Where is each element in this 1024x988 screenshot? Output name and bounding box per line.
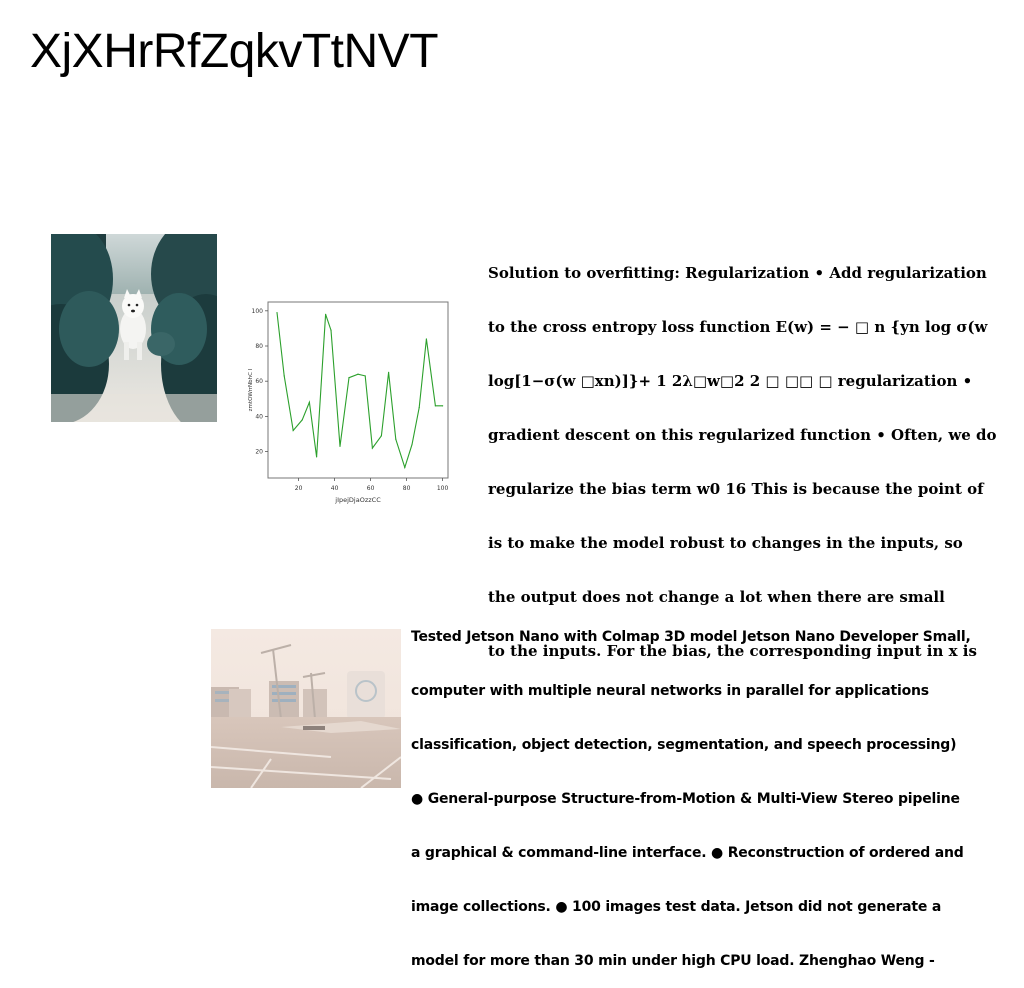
data-point [388, 371, 390, 373]
data-point [330, 329, 332, 331]
data-point [308, 401, 310, 403]
dog-photo [51, 234, 217, 422]
paragraph-line: gradient descent on this regularized fun… [488, 426, 997, 444]
jetson-nano-paragraph: Tested Jetson Nano with Colmap 3D model … [411, 592, 1024, 988]
paragraph-line: image collections. ● 100 images test dat… [411, 899, 942, 915]
paragraph-line: is to make the model robust to changes i… [488, 534, 963, 552]
data-point [380, 435, 382, 437]
data-point [425, 338, 427, 340]
x-tick-label: 60 [367, 485, 375, 492]
data-point [411, 443, 413, 446]
page-title: XjXHrRfZqkvTtNVT [30, 25, 439, 78]
data-point [364, 375, 366, 377]
paragraph-line: a graphical & command-line interface. ● … [411, 845, 964, 861]
data-point [418, 407, 420, 409]
y-tick-label: 80 [255, 343, 263, 350]
x-tick-label: 20 [295, 485, 303, 492]
paragraph-line: regularize the bias term w0 16 This is b… [488, 480, 984, 498]
paragraph-line: Tested Jetson Nano with Colmap 3D model … [411, 629, 971, 645]
x-tick-label: 100 [437, 485, 449, 492]
paragraph-line: computer with multiple neural networks i… [411, 683, 929, 699]
y-tick-label: 20 [255, 449, 263, 456]
data-point [339, 445, 341, 447]
data-point [316, 456, 318, 458]
x-tick-label: 40 [331, 485, 339, 492]
paragraph-line: log[1−σ(w □xn)]}+ 1 2λ□w□2 2 □ □□ □ regu… [488, 372, 973, 390]
dog-photo-illustration [51, 234, 217, 422]
y-tick-label: 60 [255, 378, 263, 385]
paragraph-line: to the cross entropy loss function E(w) … [488, 318, 988, 336]
y-axis-label: zmtOWrrNbhC I [248, 368, 254, 411]
paragraph-line: ● General-purpose Structure-from-Motion … [411, 791, 960, 807]
data-point [357, 373, 359, 375]
data-point [292, 429, 294, 432]
line-chart: 20 40 60 80 100 20 40 60 80 100 jIpejDjaOzzCC zmtOW… [248, 301, 449, 504]
data-point [348, 377, 350, 379]
x-tick-label: 80 [403, 485, 411, 492]
chart-plot-area: 20 40 60 80 100 20 40 60 80 100 jIpejDjaOzzCC zmtOW… [248, 301, 449, 504]
data-point [434, 405, 436, 407]
data-point [276, 311, 278, 314]
y-tick-label: 40 [255, 413, 263, 420]
paragraph-line: classification, object detection, segmen… [411, 737, 957, 753]
paragraph-line: Solution to overfitting: Regularization … [488, 264, 987, 282]
city-plaza-photo [211, 629, 401, 788]
data-point [404, 466, 406, 469]
data-point [371, 447, 373, 449]
x-axis-label: jIpejDjaOzzCC [334, 496, 381, 504]
data-point [325, 313, 327, 315]
city-plaza-illustration [211, 629, 401, 788]
data-point [283, 375, 285, 377]
paragraph-line: model for more than 30 min under high CP… [411, 953, 935, 969]
y-tick-label: 100 [252, 308, 264, 315]
data-point [442, 405, 444, 407]
data-point [395, 438, 397, 440]
data-point [301, 419, 303, 421]
